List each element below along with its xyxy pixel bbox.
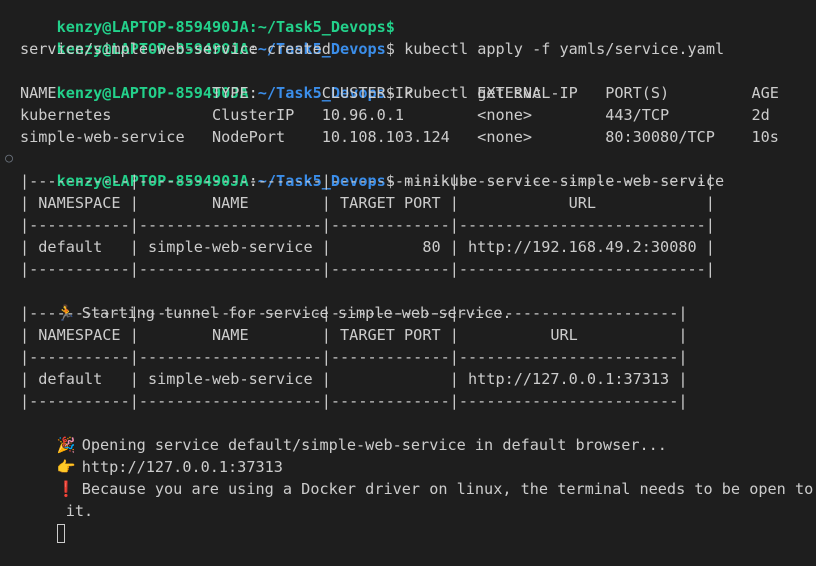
terminal-output[interactable]: kenzy@LAPTOP-859490JA:~/Task5_Devops$ ke… bbox=[0, 0, 816, 543]
table-row: | default | simple-web-service | | http:… bbox=[20, 370, 688, 388]
open-message-line: 🎉 Opening service default/simple-web-ser… bbox=[0, 412, 816, 454]
prompt-line-minikube: ○ kenzy@LAPTOP-859490JA:~/Task5_Devops$ m… bbox=[0, 148, 816, 190]
table-border: |-----------|--------------------|------… bbox=[20, 172, 715, 190]
table-border: |-----------|--------------------|------… bbox=[20, 216, 715, 234]
tunnel-message-line: 🏃 Starting tunnel for service simple-web… bbox=[0, 280, 816, 322]
table-border: |-----------|--------------------|------… bbox=[20, 348, 688, 366]
url-message-line: 👉 http://127.0.0.1:37313 bbox=[0, 434, 816, 476]
table-border: |-----------|--------------------|------… bbox=[20, 260, 715, 278]
table-row: | default | simple-web-service | 80 | ht… bbox=[20, 238, 715, 256]
prompt-line-apply: kenzy@LAPTOP-859490JA:~/Task5_Devops$ ku… bbox=[0, 16, 816, 58]
table-header: | NAMESPACE | NAME | TARGET PORT | URL | bbox=[20, 194, 715, 212]
warning-message-line: ❗ Because you are using a Docker driver … bbox=[0, 456, 816, 498]
svc-table-row: simple-web-service NodePort 10.108.103.1… bbox=[20, 128, 779, 146]
svc-table-header: NAME TYPE CLUSTER-IP EXTERNAL-IP PORT(S)… bbox=[20, 84, 779, 102]
terminal-cursor[interactable] bbox=[56, 524, 65, 543]
table-header: | NAMESPACE | NAME | TARGET PORT | URL | bbox=[20, 326, 688, 344]
output-line: service/simple-web-service created bbox=[20, 40, 331, 58]
terminal-line-partial: kenzy@LAPTOP-859490JA:~/Task5_Devops$ bbox=[0, 0, 816, 36]
command-status-dot-icon[interactable]: ○ bbox=[3, 148, 15, 170]
prompt-line-get-svc: kenzy@LAPTOP-859490JA:~/Task5_Devops$ ku… bbox=[0, 60, 816, 102]
warning-continuation: it. bbox=[0, 478, 816, 520]
cursor-line bbox=[0, 500, 816, 543]
table-border: |-----------|--------------------|------… bbox=[20, 392, 688, 410]
svc-table-row: kubernetes ClusterIP 10.96.0.1 <none> 44… bbox=[20, 106, 770, 124]
table-border: |-----------|--------------------|------… bbox=[20, 304, 688, 322]
